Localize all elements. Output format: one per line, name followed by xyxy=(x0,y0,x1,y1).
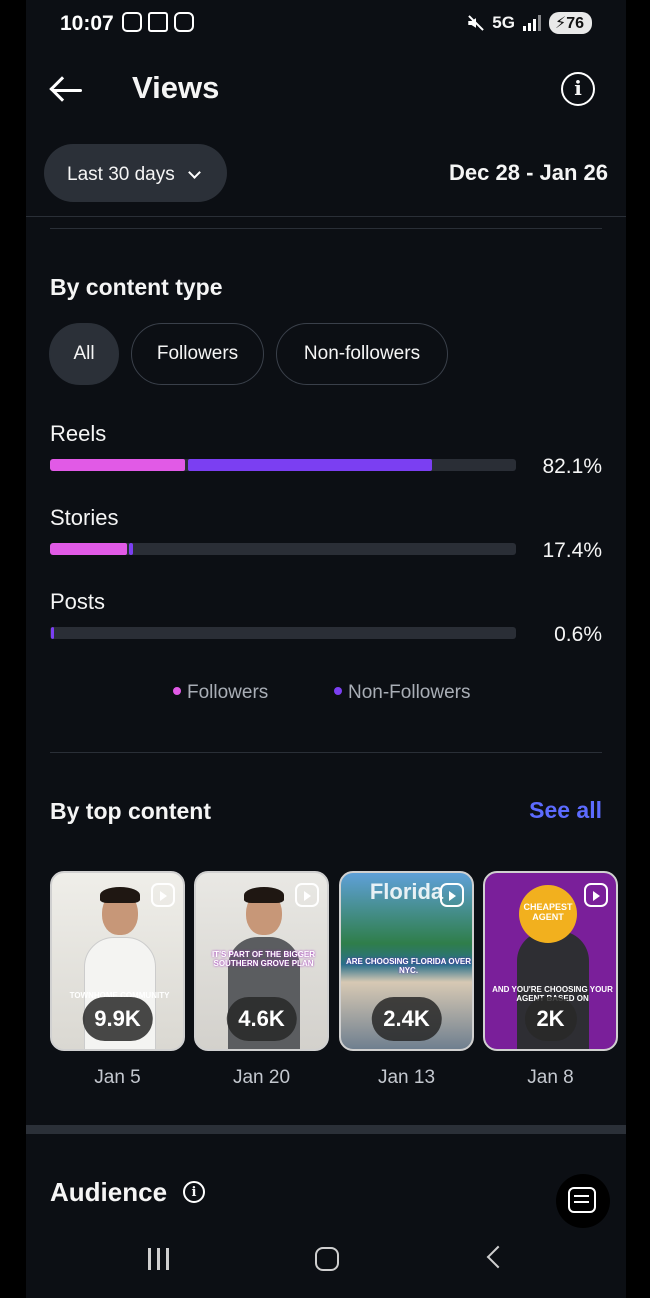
reels-non-followers-segment xyxy=(188,459,432,471)
tab-all-label: All xyxy=(73,343,95,364)
recents-icon[interactable] xyxy=(148,1248,172,1270)
arrow-left-icon[interactable] xyxy=(48,72,84,108)
date-range-text: Dec 28 - Jan 26 xyxy=(449,160,608,185)
thumbnail-badge: CHEAPEST AGENT xyxy=(519,885,577,943)
reel-icon xyxy=(151,883,175,907)
row-label-reels: Reels xyxy=(50,421,107,446)
legend-followers-label: Followers xyxy=(187,682,269,703)
date-range-dropdown-label: Last 30 days xyxy=(67,164,175,185)
battery-level: 76 xyxy=(566,15,584,32)
date-range-dropdown[interactable]: Last 30 days xyxy=(44,144,227,202)
divider xyxy=(50,752,602,753)
view-count: 2K xyxy=(524,997,577,1041)
thumbnail-caption: ARE CHOOSING FLORIDA OVER NYC. xyxy=(345,957,472,975)
network-label: 5G xyxy=(492,13,515,32)
info-icon[interactable]: i xyxy=(183,1181,205,1203)
back-nav-icon[interactable] xyxy=(486,1245,510,1269)
top-content-item[interactable]: CHEAPEST AGENT AND YOU'RE CHOOSING YOUR … xyxy=(483,871,618,1051)
reels-followers-segment xyxy=(50,459,185,471)
system-nav-bar xyxy=(26,1228,626,1298)
top-content-date: Jan 5 xyxy=(94,1067,141,1088)
top-app-bar: Views i xyxy=(26,60,626,120)
row-label-posts: Posts xyxy=(50,589,106,614)
notification-icons xyxy=(122,12,194,32)
reel-icon xyxy=(584,883,608,907)
divider xyxy=(26,216,626,217)
audience-title: Audience xyxy=(50,1177,168,1207)
home-icon[interactable] xyxy=(315,1247,339,1271)
tab-non-followers[interactable]: Non-followers xyxy=(276,323,448,385)
posts-non-followers-segment xyxy=(51,627,54,639)
view-count: 2.4K xyxy=(371,997,442,1041)
top-content-date: Jan 13 xyxy=(377,1067,436,1088)
legend-non-followers-label: Non-Followers xyxy=(348,682,471,703)
scan-text-icon[interactable] xyxy=(556,1174,610,1228)
view-count: 9.9K xyxy=(82,997,153,1041)
row-label-stories: Stories xyxy=(50,505,119,530)
app-screen: 10:07 5G ⚡76 Views i Last 30 days Dec 28… xyxy=(26,0,626,1298)
layers-icon xyxy=(148,12,168,32)
see-all-link[interactable]: See all xyxy=(529,797,602,824)
stories-bar xyxy=(50,543,516,555)
legend-non-followers: Non-Followers xyxy=(334,682,470,704)
legend-followers: Followers xyxy=(173,682,268,704)
tab-followers-label: Followers xyxy=(156,343,239,364)
battery-badge: ⚡76 xyxy=(548,12,592,34)
reels-percent: 82.1% xyxy=(542,455,602,478)
tab-non-followers-label: Non-followers xyxy=(303,343,421,364)
top-content-item[interactable]: Florida ARE CHOOSING FLORIDA OVER NYC. 2… xyxy=(339,871,474,1051)
thumbnail-caption: IT'S PART OF THE BIGGER SOUTHERN GROVE P… xyxy=(211,950,316,968)
stories-non-followers-segment xyxy=(129,543,133,555)
top-content-title: By top content xyxy=(50,798,211,824)
followers-dot xyxy=(173,686,181,695)
divider xyxy=(50,228,602,229)
status-right: 5G ⚡76 xyxy=(466,12,592,34)
stories-followers-segment xyxy=(50,543,127,555)
top-content-date: Jan 20 xyxy=(232,1067,291,1088)
section-separator xyxy=(26,1125,626,1134)
info-icon[interactable]: i xyxy=(561,72,595,106)
screenshot-icon xyxy=(122,12,142,32)
reel-icon xyxy=(295,883,319,907)
tab-all[interactable]: All xyxy=(49,323,119,385)
non-followers-dot xyxy=(334,686,342,695)
stories-percent: 17.4% xyxy=(542,539,602,562)
posts-bar xyxy=(50,627,516,639)
signal-icon xyxy=(522,15,541,31)
status-time: 10:07 xyxy=(60,12,114,35)
top-content-date: Jan 8 xyxy=(527,1067,574,1088)
mute-icon xyxy=(466,14,484,32)
view-count: 4.6K xyxy=(226,997,297,1041)
posts-percent: 0.6% xyxy=(554,623,602,646)
content-type-title: By content type xyxy=(50,274,223,300)
top-content-item[interactable]: IT'S PART OF THE BIGGER SOUTHERN GROVE P… xyxy=(194,871,329,1051)
top-content-item[interactable]: TOWNHOME COMMUNITY 9.9K xyxy=(50,871,185,1051)
status-bar: 10:07 5G ⚡76 xyxy=(26,0,626,50)
instagram-icon xyxy=(174,12,194,32)
reels-bar xyxy=(50,459,516,471)
reel-icon xyxy=(440,883,464,907)
chevron-down-icon xyxy=(188,166,201,179)
page-title: Views xyxy=(132,70,220,105)
tab-followers[interactable]: Followers xyxy=(131,323,264,385)
